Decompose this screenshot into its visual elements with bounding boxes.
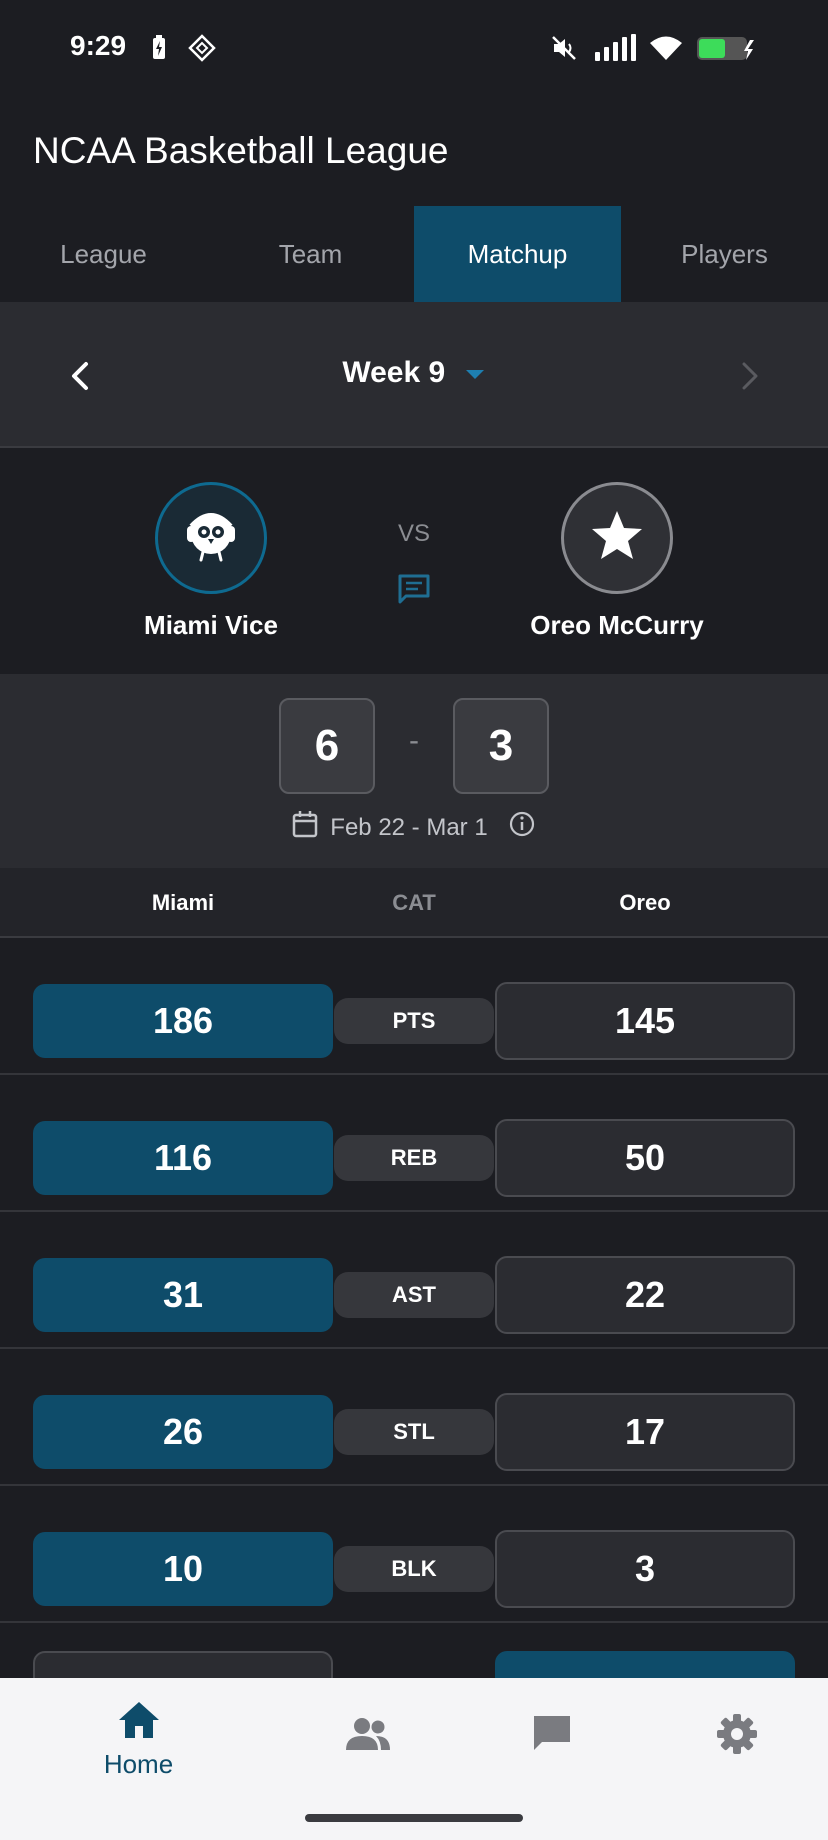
home-stat-value: 26 xyxy=(33,1395,333,1469)
away-stat-value: 22 xyxy=(495,1256,795,1334)
stat-row xyxy=(0,1623,828,1729)
tab-matchup[interactable]: Matchup xyxy=(414,206,621,302)
bottom-navigation: Home xyxy=(0,1678,828,1840)
home-stat-value: 186 xyxy=(33,984,333,1058)
home-stat-value: 116 xyxy=(33,1121,333,1195)
nav-settings[interactable] xyxy=(633,1700,828,1761)
nav-home-label: Home xyxy=(103,1749,174,1779)
wifi-icon xyxy=(648,34,684,67)
stat-row: 10 BLK 3 xyxy=(0,1486,828,1623)
nav-home[interactable]: Home xyxy=(35,1700,242,1780)
home-stat-value: 10 xyxy=(33,1532,333,1606)
page-title: NCAA Basketball League xyxy=(33,130,449,171)
stat-row: 186 PTS 145 xyxy=(0,938,828,1075)
people-icon xyxy=(343,1700,393,1759)
away-stat-value: 17 xyxy=(495,1393,795,1471)
signal-icon xyxy=(594,34,638,67)
status-bar: 9:29 xyxy=(0,0,828,96)
app-header: NCAA Basketball League xyxy=(0,96,828,206)
nav-messages[interactable] xyxy=(448,1700,655,1761)
stat-row: 31 AST 22 xyxy=(0,1212,828,1349)
stat-category: PTS xyxy=(334,998,494,1044)
battery-saver-icon xyxy=(152,34,166,65)
away-stat-value: 3 xyxy=(495,1530,795,1608)
matchup-teams: Miami Vice VS Oreo McCurry xyxy=(0,450,828,674)
stat-row: 116 REB 50 xyxy=(0,1075,828,1212)
nav-team[interactable] xyxy=(264,1700,471,1759)
home-stat-value: 31 xyxy=(33,1258,333,1332)
calendar-icon xyxy=(292,810,318,845)
week-dropdown[interactable]: Week 9 xyxy=(0,356,828,390)
star-icon xyxy=(588,507,646,570)
app-notification-icon xyxy=(188,34,216,67)
battery-icon xyxy=(696,34,758,67)
stats-list: 186 PTS 145 116 REB 50 31 AST 22 26 STL … xyxy=(0,938,828,1729)
message-icon[interactable] xyxy=(396,572,432,613)
caret-down-icon xyxy=(464,368,486,387)
home-indicator xyxy=(305,1814,523,1822)
home-icon xyxy=(117,1700,161,1745)
tab-players[interactable]: Players xyxy=(621,206,828,302)
date-range: Feb 22 - Mar 1 xyxy=(330,813,488,841)
home-team-name[interactable]: Miami Vice xyxy=(61,610,361,641)
week-selector: Week 9 xyxy=(0,302,828,448)
away-column-header: Oreo xyxy=(619,890,671,915)
category-header: Miami CAT Oreo xyxy=(0,868,828,938)
date-range-row: Feb 22 - Mar 1 xyxy=(0,810,828,845)
stat-category: BLK xyxy=(334,1546,494,1592)
away-stat-value: 50 xyxy=(495,1119,795,1197)
chat-icon xyxy=(530,1700,574,1761)
gear-icon xyxy=(715,1700,759,1761)
info-icon[interactable] xyxy=(508,810,536,845)
away-stat-value: 145 xyxy=(495,982,795,1060)
stat-category: REB xyxy=(334,1135,494,1181)
status-time: 9:29 xyxy=(70,30,127,61)
score-separator: - xyxy=(409,724,419,757)
vs-label: VS xyxy=(397,520,430,547)
away-team-name[interactable]: Oreo McCurry xyxy=(467,610,767,641)
stat-row: 26 STL 17 xyxy=(0,1349,828,1486)
stat-category: STL xyxy=(334,1409,494,1455)
week-label: Week 9 xyxy=(342,356,446,389)
away-score: 3 xyxy=(453,698,549,794)
tab-league[interactable]: League xyxy=(0,206,207,302)
tab-bar: League Team Matchup Players xyxy=(0,206,828,302)
stat-category: AST xyxy=(334,1272,494,1318)
tab-team[interactable]: Team xyxy=(207,206,414,302)
score-section: 6 - 3 Feb 22 - Mar 1 xyxy=(0,674,828,868)
away-team-avatar[interactable] xyxy=(561,482,673,594)
mute-icon xyxy=(550,34,578,67)
chevron-right-icon[interactable] xyxy=(736,358,764,399)
